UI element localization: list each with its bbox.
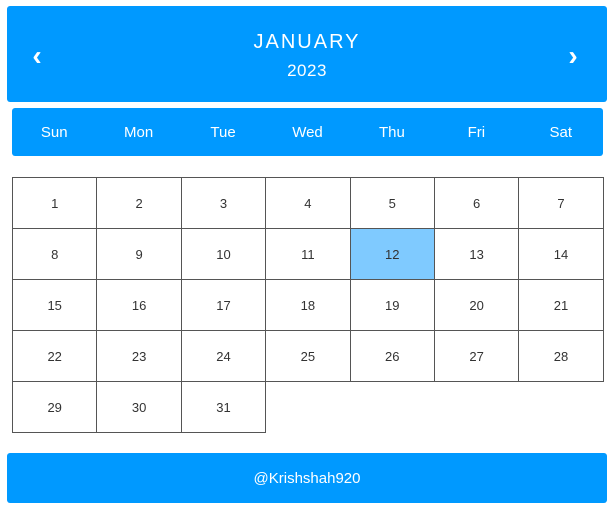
day-cell[interactable]: 13 (433, 228, 520, 280)
weekday-label: Tue (210, 123, 236, 141)
weekday-label: Sat (549, 123, 573, 141)
day-cell[interactable]: 7 (518, 177, 604, 229)
footer-credit: @Krishshah920 (7, 453, 607, 503)
day-cell[interactable]: 2 (96, 177, 182, 229)
day-cell[interactable]: 15 (12, 279, 98, 331)
day-cell[interactable]: 27 (433, 330, 520, 382)
weekday-label: Fri (467, 123, 486, 141)
year-label: 2023 (287, 61, 327, 80)
day-cell[interactable]: 11 (265, 228, 351, 280)
day-cell-selected[interactable]: 12 (349, 228, 435, 280)
day-cell[interactable]: 6 (433, 177, 520, 229)
day-cell[interactable]: 28 (518, 330, 604, 382)
weekday-label: Thu (378, 123, 405, 141)
day-cell[interactable]: 4 (265, 177, 351, 229)
day-cell[interactable]: 29 (12, 381, 98, 433)
day-cell[interactable]: 8 (12, 228, 98, 280)
day-cell[interactable]: 1 (12, 177, 98, 229)
day-cell[interactable]: 23 (96, 330, 182, 382)
weekday-label: Sun (40, 123, 68, 141)
weekday-label: Wed (292, 123, 323, 141)
day-cell[interactable]: 30 (96, 381, 182, 433)
day-cell[interactable]: 14 (518, 228, 604, 280)
month-label: JANUARY (253, 31, 361, 53)
day-cell[interactable]: 18 (265, 279, 351, 331)
calendar: ‹ JANUARY 2023 › Sun Mon Tue Wed Thu Fri… (0, 0, 614, 511)
day-cell[interactable]: 3 (180, 177, 267, 229)
day-cell[interactable]: 10 (180, 228, 267, 280)
day-cell[interactable]: 25 (265, 330, 351, 382)
day-cell[interactable]: 26 (349, 330, 435, 382)
chevron-right-icon[interactable]: › (553, 34, 593, 78)
day-cell[interactable]: 21 (518, 279, 604, 331)
day-cell[interactable]: 17 (180, 279, 267, 331)
day-cell[interactable]: 9 (96, 228, 182, 280)
weekday-header-row: Sun Mon Tue Wed Thu Fri Sat (12, 108, 603, 156)
day-cell[interactable]: 5 (349, 177, 435, 229)
day-cell[interactable]: 19 (349, 279, 435, 331)
day-cell[interactable]: 31 (180, 381, 267, 433)
calendar-header: ‹ JANUARY 2023 › (7, 6, 607, 102)
days-grid: 1 2 3 4 5 6 7 8 9 10 11 12 13 14 15 16 17 18 19 20 21 22 23 24 2… (12, 177, 604, 433)
day-cell[interactable]: 24 (180, 330, 267, 382)
day-cell[interactable]: 20 (433, 279, 520, 331)
day-cell[interactable]: 22 (12, 330, 98, 382)
day-cell[interactable]: 16 (96, 279, 182, 331)
weekday-label: Mon (124, 123, 154, 141)
